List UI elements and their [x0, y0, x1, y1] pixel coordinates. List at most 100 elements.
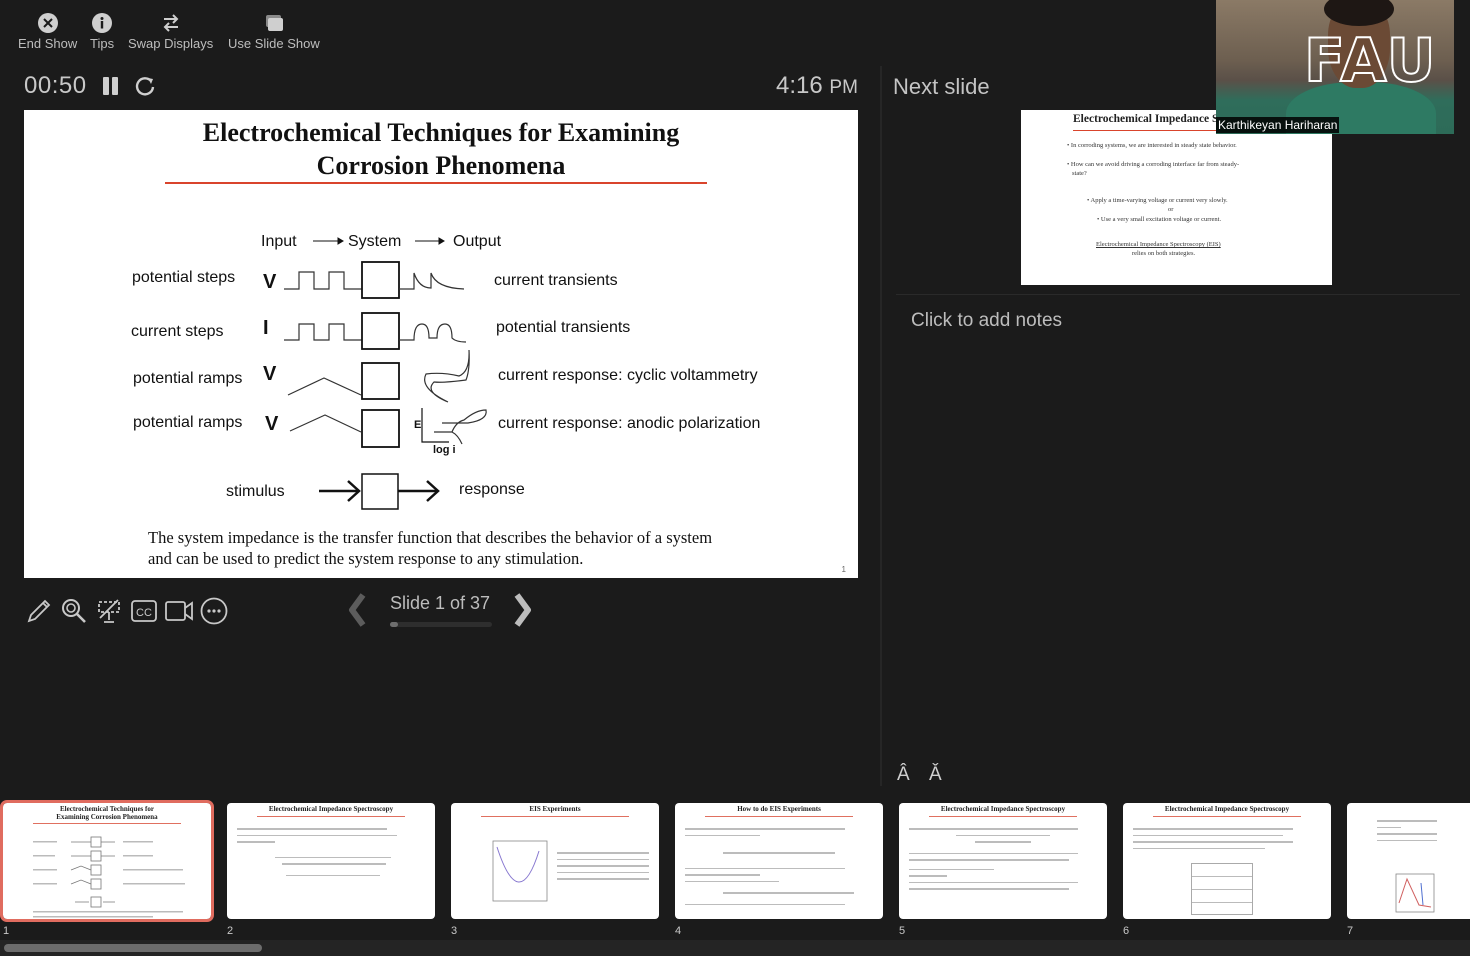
reset-icon: [135, 77, 155, 96]
more-options-button[interactable]: [199, 596, 229, 626]
zoom-tool-button[interactable]: [59, 596, 89, 626]
header-arrow-2: [415, 237, 445, 245]
thumb-title: How to do EIS Experiments: [737, 805, 821, 813]
close-circle-icon: [37, 13, 58, 33]
thumb-text-lines: [237, 823, 425, 881]
thumb-rule: [33, 823, 181, 824]
thumb-rule: [257, 816, 405, 817]
subtitles-button[interactable]: CC: [129, 596, 159, 626]
next-bullet-6: relies on both strategies.: [1132, 250, 1196, 257]
thumb-number-1: 1: [3, 925, 10, 937]
next-slide-preview[interactable]: Electrochemical Impedance Spectroscopy •…: [1021, 110, 1332, 285]
use-slide-show-label: Use Slide Show: [228, 36, 320, 51]
fau-logo: FAU: [1303, 25, 1438, 97]
stimulus-arrow: [319, 480, 361, 502]
thumbnail-slide-6[interactable]: Electrochemical Impedance Spectroscopy: [1123, 803, 1331, 919]
thumbnail-slide-3[interactable]: EIS Experiments: [451, 803, 659, 919]
row1-input-wave: [284, 271, 362, 290]
closed-captions-icon: CC: [131, 600, 157, 622]
current-time: 4:16 PM: [776, 72, 858, 100]
video-camera-icon: [165, 601, 193, 621]
next-bullet-5: Electrochemical Impedance Spectroscopy (…: [1096, 241, 1221, 248]
timer-value: 00:50: [24, 72, 87, 99]
thumb-text-lines: [1133, 823, 1321, 854]
reset-timer-button[interactable]: [134, 75, 156, 97]
row3-input-ramp: [287, 377, 362, 396]
previous-slide-button[interactable]: [346, 592, 368, 628]
thumb-rule: [1153, 816, 1301, 817]
thumbnail-slide-7[interactable]: [1347, 803, 1470, 919]
pause-icon: [103, 77, 118, 95]
slideshow-icon: [265, 15, 283, 31]
thumbnail-slide-1[interactable]: Electrochemical Techniques for Examining…: [0, 800, 214, 922]
end-show-button[interactable]: End Show: [18, 12, 77, 51]
technique-diagram: [284, 237, 487, 510]
thumb-text-lines: [1377, 815, 1437, 846]
pen-tool-button[interactable]: [24, 596, 54, 626]
current-slide[interactable]: Electrochemical Techniques for Examining…: [24, 110, 858, 578]
thumb-number-2: 2: [227, 925, 234, 937]
participant-name: Karthikeyan Hariharan: [1216, 117, 1340, 133]
row1-output-wave: [399, 272, 465, 290]
row3-system-box: [361, 362, 400, 400]
response-arrow: [398, 480, 440, 502]
next-slide-button[interactable]: [512, 592, 534, 628]
tips-label: Tips: [90, 36, 115, 51]
swap-displays-button[interactable]: Swap Displays: [128, 12, 213, 51]
pencil-icon: [27, 599, 51, 623]
next-bullet-1: • In corroding systems, we are intereste…: [1067, 142, 1237, 149]
thumb-number-5: 5: [899, 925, 906, 937]
row4-system-box: [361, 409, 400, 448]
thumb-text-lines: [685, 823, 873, 910]
thumb-title: Electrochemical Techniques for Examining…: [56, 805, 158, 821]
row4-polarization-curve: [434, 409, 487, 445]
thumbnail-slide-4[interactable]: How to do EIS Experiments: [675, 803, 883, 919]
thumb-number-3: 3: [451, 925, 458, 937]
thumbnail-slide-2[interactable]: Electrochemical Impedance Spectroscopy: [227, 803, 435, 919]
next-bullet-3: • Apply a time-varying voltage or curren…: [1087, 197, 1228, 204]
thumb-text-lines: [909, 823, 1097, 895]
camera-button[interactable]: [164, 596, 194, 626]
pane-divider[interactable]: [880, 66, 882, 786]
thumb-1-diagram: [33, 836, 185, 918]
pause-timer-button[interactable]: [102, 76, 120, 96]
slide-progress-bar: [390, 622, 492, 627]
slide-counter: Slide 1 of 37: [390, 593, 491, 613]
next-bullet-or: or: [1168, 206, 1174, 213]
chevron-right-icon: [514, 593, 531, 627]
use-slide-show-button[interactable]: Use Slide Show: [228, 12, 320, 51]
thumb-rule: [705, 816, 853, 817]
svg-text:CC: CC: [136, 607, 152, 619]
info-icon: [92, 13, 113, 33]
hide-slide-button[interactable]: [94, 596, 124, 626]
next-bullet-2: • How can we avoid driving a corroding i…: [1067, 161, 1240, 168]
chevron-left-icon: [349, 593, 366, 627]
thumb-number-7: 7: [1347, 925, 1354, 937]
clock-meridiem: PM: [829, 77, 858, 98]
swap-displays-label: Swap Displays: [128, 36, 214, 51]
slide-page-number: 1: [841, 565, 846, 574]
more-icon: [200, 597, 228, 625]
next-bullet-2-cont: state?: [1072, 170, 1087, 177]
next-slide-heading: Next slide: [893, 74, 990, 99]
thumb-title: Electrochemical Impedance Spectroscopy: [268, 805, 394, 813]
notes-field[interactable]: Click to add notes: [911, 310, 1062, 332]
participant-video[interactable]: FAU Karthikeyan Hariharan: [1216, 0, 1454, 134]
stimulus-system-box: [361, 473, 399, 510]
slide-body-line2: and can be used to predict the system re…: [148, 549, 584, 568]
slide-body-text: The system impedance is the transfer fun…: [148, 527, 712, 569]
slide-progress-fill: [390, 622, 398, 627]
tips-button[interactable]: Tips: [90, 12, 114, 51]
notes-divider: [896, 294, 1460, 295]
filmstrip-scrollbar[interactable]: [4, 944, 262, 952]
decrease-font-button[interactable]: Ǎ: [929, 764, 942, 786]
row4-axes: [421, 408, 449, 443]
thumb-text-lines: [557, 847, 649, 885]
end-show-label: End Show: [18, 36, 78, 51]
slide-body-line1: The system impedance is the transfer fun…: [148, 528, 713, 547]
row1-system-box: [361, 261, 400, 299]
row4-input-ramp: [289, 414, 362, 433]
increase-font-button[interactable]: Â: [897, 764, 910, 786]
row2-output-wave: [399, 323, 467, 343]
thumbnail-slide-5[interactable]: Electrochemical Impedance Spectroscopy: [899, 803, 1107, 919]
